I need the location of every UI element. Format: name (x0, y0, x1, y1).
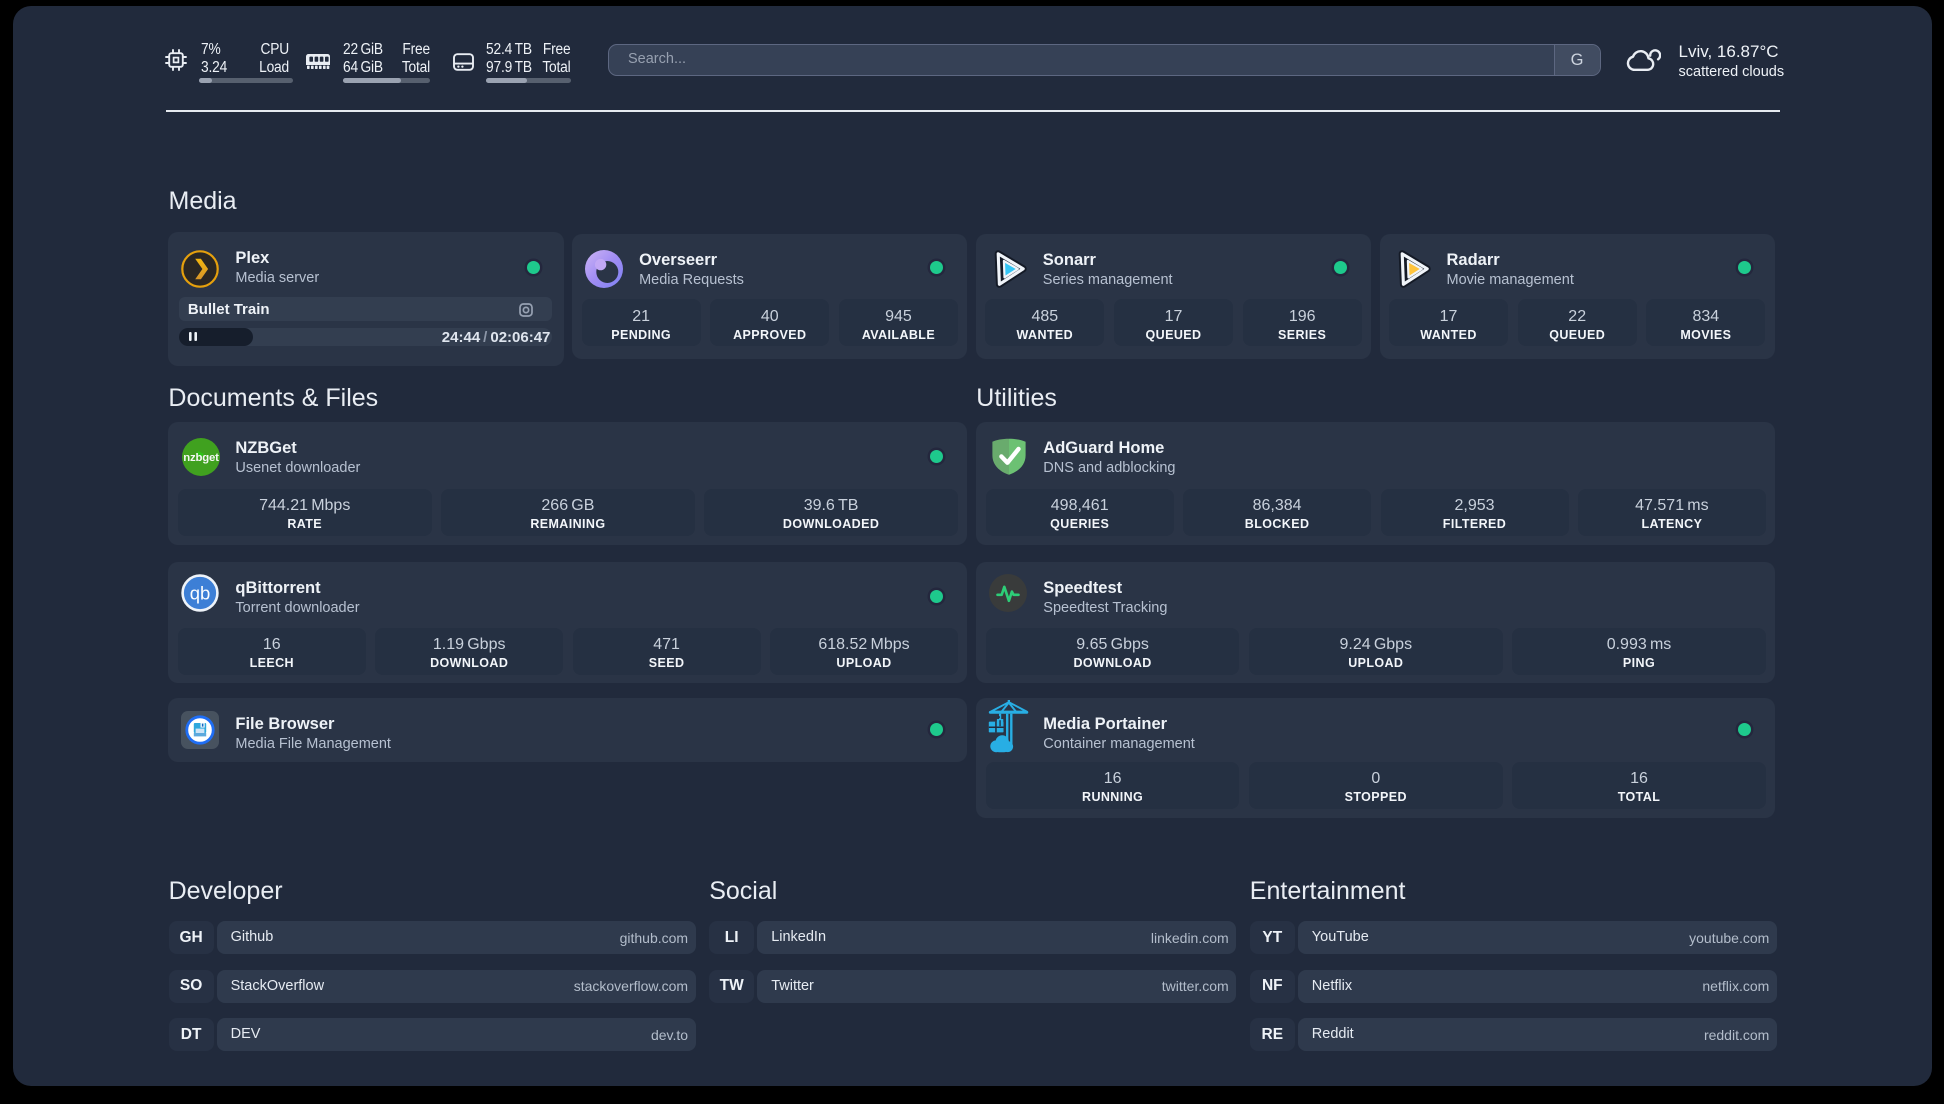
svg-text:qb: qb (190, 583, 211, 604)
svg-text:nzbget: nzbget (184, 452, 220, 464)
